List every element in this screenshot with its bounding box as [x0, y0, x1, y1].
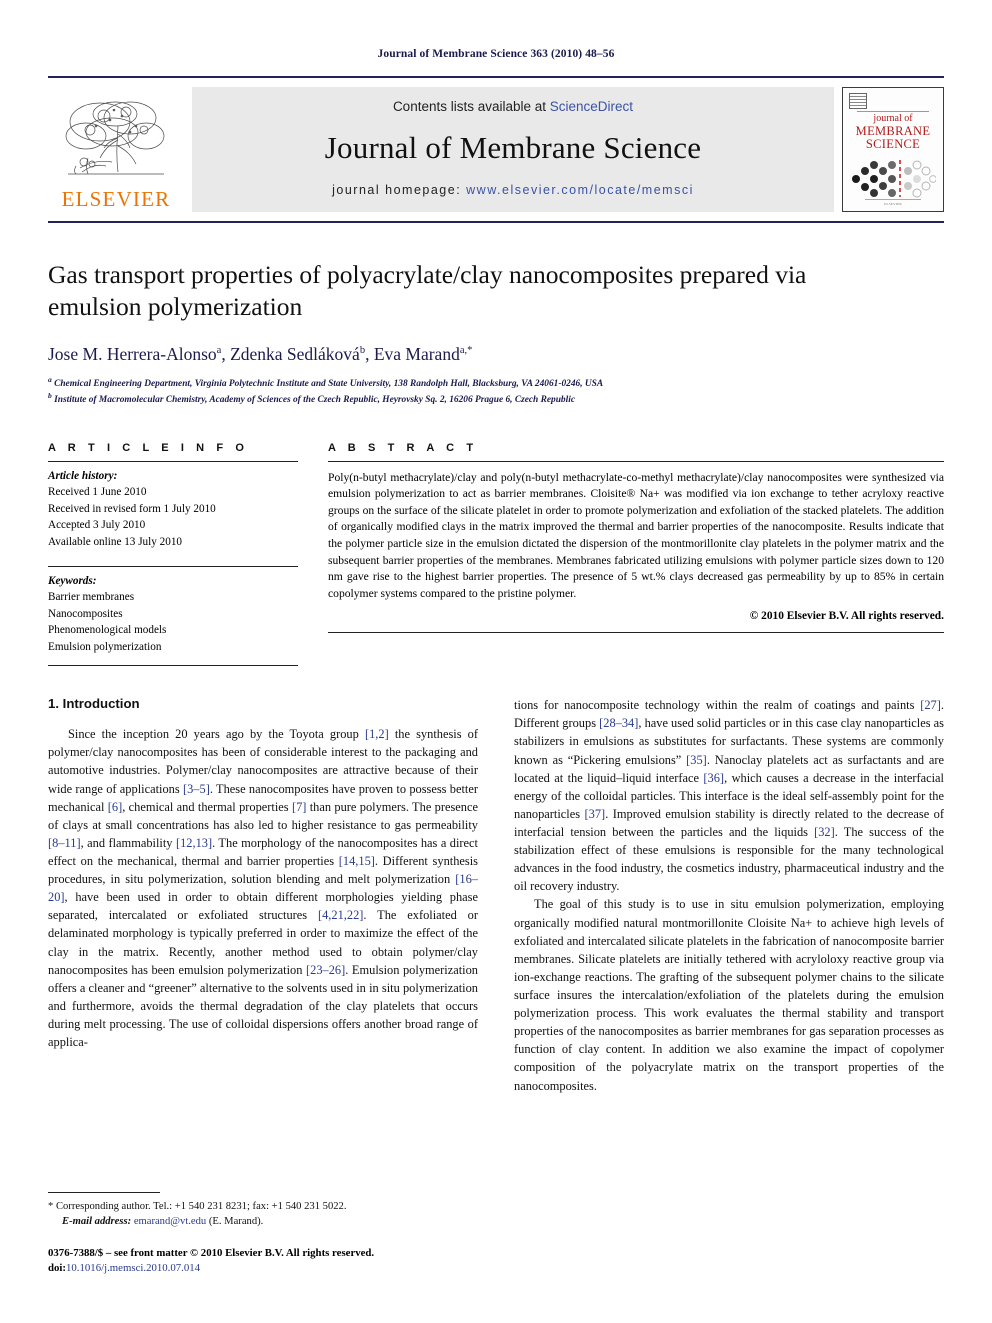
- keyword-item: Phenomenological models: [48, 624, 167, 637]
- body-column-left: 1. Introduction Since the inception 20 y…: [48, 696, 478, 1094]
- abstract-column: A B S T R A C T Poly(n-butyl methacrylat…: [328, 442, 944, 667]
- running-head: Journal of Membrane Science 363 (2010) 4…: [377, 48, 615, 60]
- contents-line: Contents lists available at ScienceDirec…: [393, 99, 633, 114]
- abstract-heading: A B S T R A C T: [328, 441, 478, 454]
- journal-banner: Contents lists available at ScienceDirec…: [192, 87, 834, 212]
- author-list: Jose M. Herrera-Alonsoa, Zdenka Sedlákov…: [48, 343, 473, 364]
- email-link[interactable]: emarand@vt.edu: [134, 1216, 206, 1227]
- corresponding-author-note: * Corresponding author. Tel.: +1 540 231…: [48, 1200, 347, 1212]
- issn-line: 0376-7388/$ – see front matter © 2010 El…: [48, 1246, 375, 1259]
- body-paragraph: Since the inception 20 years ago by the …: [48, 727, 478, 1050]
- homepage-prefix: journal homepage:: [332, 183, 467, 198]
- keyword-item: Nanocomposites: [48, 607, 123, 620]
- email-suffix: (E. Marand).: [206, 1215, 264, 1227]
- doi-link[interactable]: 10.1016/j.memsci.2010.07.014: [66, 1262, 200, 1274]
- homepage-url-link[interactable]: www.elsevier.com/locate/memsci: [466, 183, 694, 197]
- abstract-text: Poly(n-butyl methacrylate)/clay and poly…: [328, 470, 944, 600]
- keywords-block: Keywords: Barrier membranes Nanocomposit…: [48, 567, 298, 655]
- cover-footer: ELSEVIER: [847, 198, 939, 206]
- cover-particle-diagram-icon: [850, 157, 937, 199]
- footnote-block: * Corresponding author. Tel.: +1 540 231…: [48, 1191, 466, 1277]
- doi-label: doi:: [48, 1262, 66, 1275]
- affiliation-a: a Chemical Engineering Department, Virgi…: [48, 375, 944, 391]
- elsevier-tree-icon: [65, 101, 165, 174]
- abstract-copyright: © 2010 Elsevier B.V. All rights reserved…: [749, 610, 944, 623]
- keyword-item: Emulsion polymerization: [48, 640, 162, 653]
- affiliation-b-text: Institute of Macromolecular Chemistry, A…: [54, 395, 575, 406]
- cover-publisher-label: ELSEVIER: [884, 201, 902, 206]
- cover-line3: SCIENCE: [865, 137, 921, 151]
- keywords-label: Keywords:: [48, 574, 97, 587]
- elsevier-wordmark: ELSEVIER: [61, 186, 171, 211]
- email-label: E-mail address:: [62, 1215, 132, 1227]
- doi-line: doi:10.1016/j.memsci.2010.07.014: [48, 1261, 466, 1277]
- journal-homepage-line: journal homepage: www.elsevier.com/locat…: [332, 183, 694, 197]
- article-page: Journal of Membrane Science 363 (2010) 4…: [0, 0, 992, 1323]
- page-title: Gas transport properties of polyacrylate…: [48, 259, 807, 322]
- article-info-column: A R T I C L E I N F O Article history: R…: [48, 442, 298, 667]
- history-item: Accepted 3 July 2010: [48, 519, 146, 532]
- cover-publisher-mark-icon: [849, 93, 867, 109]
- article-info-rule-bottom: [48, 665, 298, 667]
- body-column-right: tions for nanocomposite technology withi…: [514, 696, 944, 1094]
- journal-masthead: ELSEVIER Contents lists available at Sci…: [48, 76, 944, 223]
- body-columns: 1. Introduction Since the inception 20 y…: [48, 696, 944, 1094]
- info-abstract-row: A R T I C L E I N F O Article history: R…: [48, 442, 944, 667]
- cover-line1: journal of: [873, 113, 913, 124]
- history-item: Received in revised form 1 July 2010: [48, 502, 216, 515]
- affiliation-marker-a: a: [48, 374, 52, 384]
- section-title-introduction: 1. Introduction: [48, 696, 140, 712]
- footnote-divider: [48, 1191, 160, 1193]
- body-paragraph: The goal of this study is to use in situ…: [514, 897, 944, 1093]
- elsevier-logo: ELSEVIER: [48, 87, 184, 212]
- journal-cover-thumbnail[interactable]: journal of MEMBRANE SCIENCE ELSEVIER: [842, 87, 944, 212]
- title-block: Gas transport properties of polyacrylate…: [48, 223, 944, 408]
- cover-divider: [857, 111, 929, 112]
- affiliation-a-text: Chemical Engineering Department, Virgini…: [54, 378, 604, 389]
- contents-prefix: Contents lists available at: [392, 99, 550, 115]
- article-info-heading: A R T I C L E I N F O: [48, 441, 249, 454]
- history-item: Available online 13 July 2010: [48, 535, 183, 548]
- body-paragraph: tions for nanocomposite technology withi…: [514, 698, 945, 894]
- journal-title: Journal of Membrane Science: [324, 130, 702, 166]
- affiliation-b: b Institute of Macromolecular Chemistry,…: [48, 391, 944, 407]
- issn-block: 0376-7388/$ – see front matter © 2010 El…: [48, 1246, 466, 1277]
- article-history-block: Article history: Received 1 June 2010 Re…: [48, 462, 298, 550]
- affiliation-marker-b: b: [48, 391, 52, 401]
- keyword-item: Barrier membranes: [48, 591, 135, 604]
- sciencedirect-link[interactable]: ScienceDirect: [550, 99, 633, 114]
- cover-line2: MEMBRANE: [855, 123, 931, 138]
- article-history-label: Article history:: [48, 469, 118, 482]
- email-note: E-mail address: emarand@vt.edu (E. Maran…: [48, 1214, 466, 1229]
- abstract-rule-bottom: [328, 632, 944, 634]
- history-item: Received 1 June 2010: [48, 486, 147, 499]
